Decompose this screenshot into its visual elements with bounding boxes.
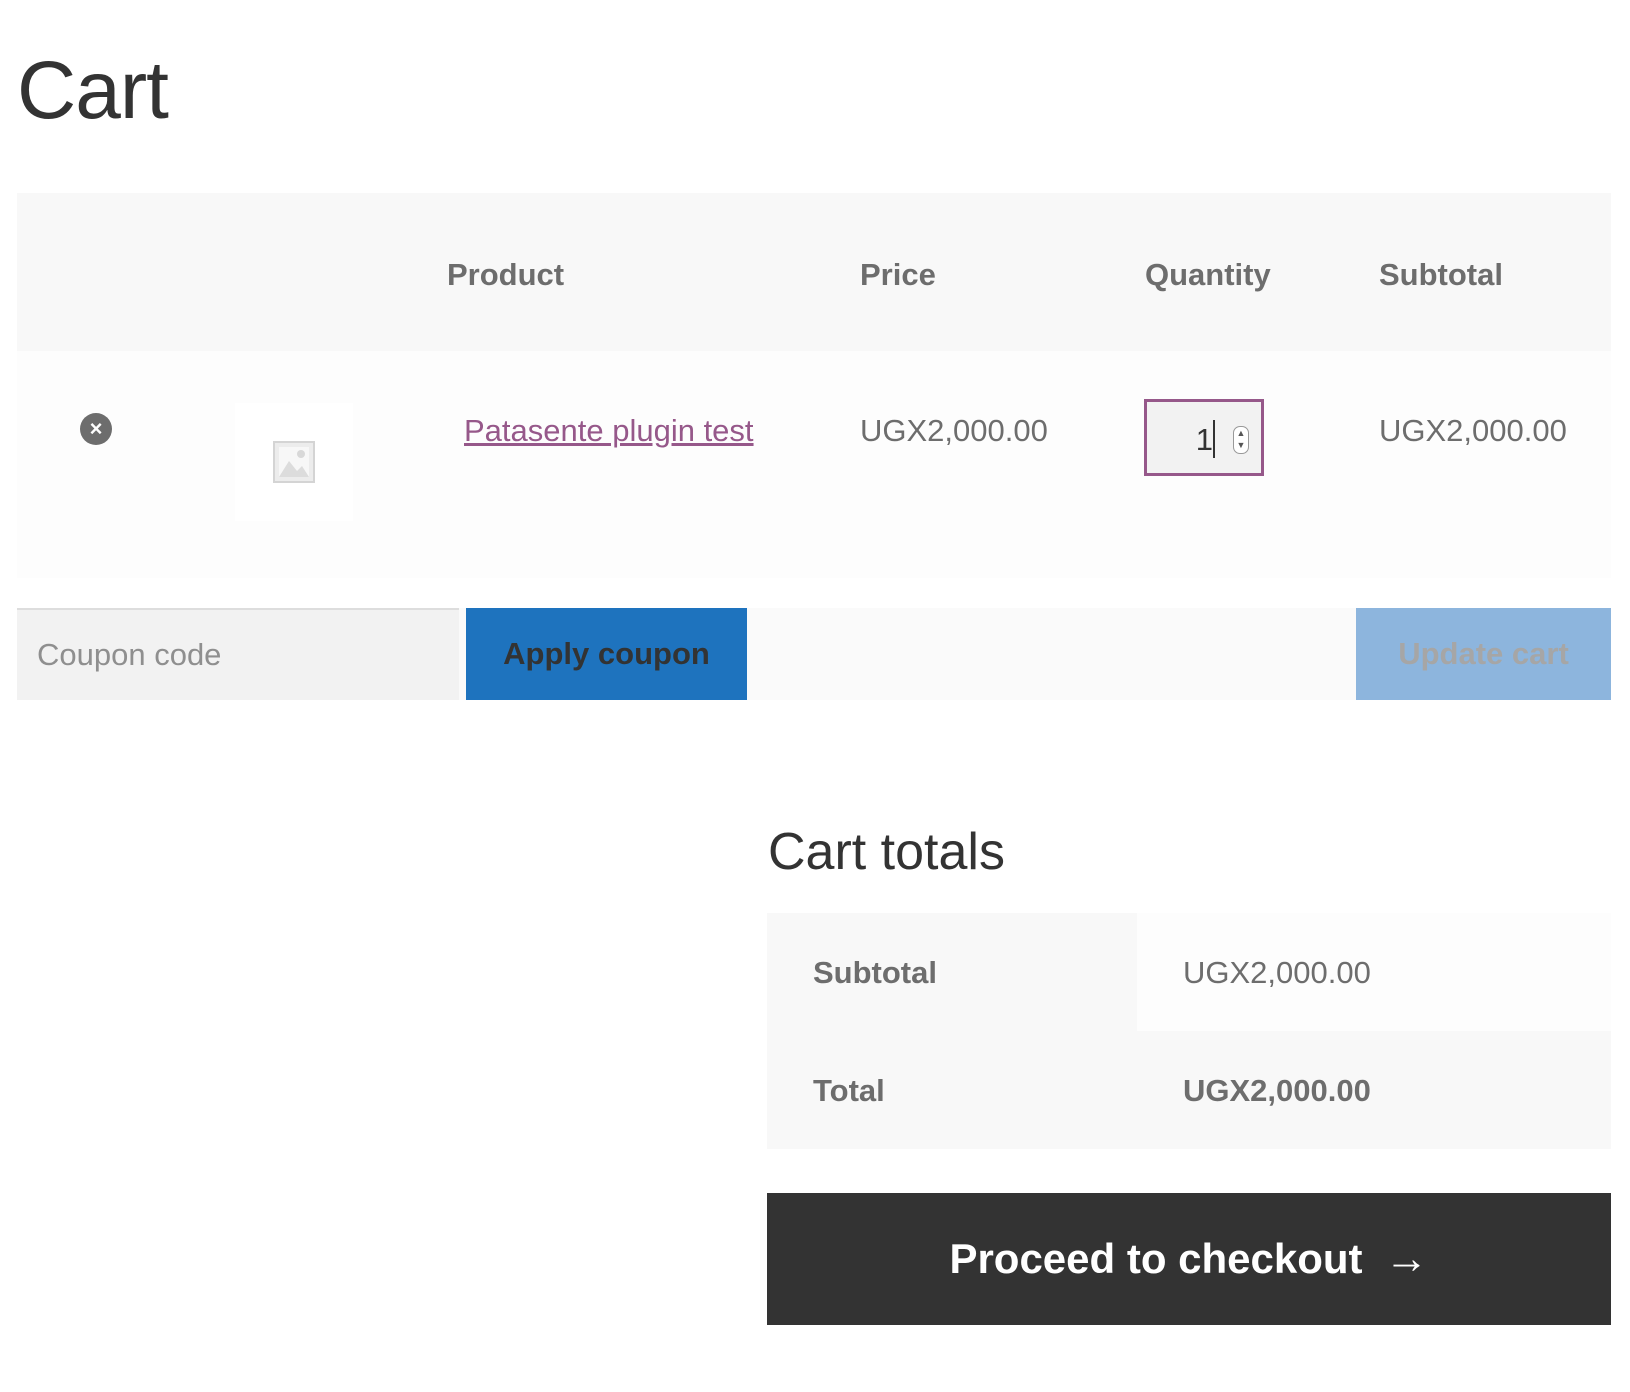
cart-totals-table: Subtotal UGX2,000.00 Total UGX2,000.00 [767,913,1611,1149]
product-thumbnail[interactable] [235,403,353,521]
cart-table: Product Price Quantity Subtotal × Patase… [17,193,1611,578]
total-value: UGX2,000.00 [1183,1073,1371,1108]
checkout-label: Proceed to checkout [949,1235,1363,1282]
subtotal-value: UGX2,000.00 [1183,955,1371,990]
arrow-right-icon: → [1384,1234,1429,1283]
cart-totals-title: Cart totals [768,823,1005,881]
quantity-value: 1 [1195,422,1213,457]
product-name-link[interactable]: Patasente plugin test [464,413,754,449]
quantity-input[interactable]: 1 ▲ ▼ [1144,399,1264,476]
subtotal-label: Subtotal [813,955,937,990]
header-quantity: Quantity [1145,257,1271,292]
cart-page: Cart Product Price Quantity Subtotal × P… [0,0,1630,1392]
header-subtotal: Subtotal [1379,257,1503,292]
text-caret [1213,420,1215,458]
update-cart-button[interactable]: Update cart [1356,608,1611,700]
cart-table-header: Product Price Quantity Subtotal [17,193,1611,351]
header-price: Price [860,257,936,292]
totals-subtotal-row: Subtotal UGX2,000.00 [767,913,1611,1031]
cart-item-row: × Patasente plugin test UGX2,000.00 1 ▲ ▼… [17,351,1611,578]
product-subtotal: UGX2,000.00 [1379,413,1567,448]
header-product: Product [447,257,565,292]
total-label: Total [813,1073,885,1108]
product-price: UGX2,000.00 [860,413,1048,448]
quantity-stepper[interactable]: ▲ ▼ [1233,426,1249,454]
page-title: Cart [17,45,169,136]
proceed-to-checkout-button[interactable]: Proceed to checkout → [767,1193,1611,1325]
image-placeholder-icon [273,441,315,483]
apply-coupon-button[interactable]: Apply coupon [466,608,747,700]
totals-total-row: Total UGX2,000.00 [767,1031,1611,1149]
close-circle-icon[interactable]: × [80,413,112,445]
coupon-code-input[interactable] [17,608,459,700]
cart-actions: Apply coupon Update cart [17,608,1611,700]
